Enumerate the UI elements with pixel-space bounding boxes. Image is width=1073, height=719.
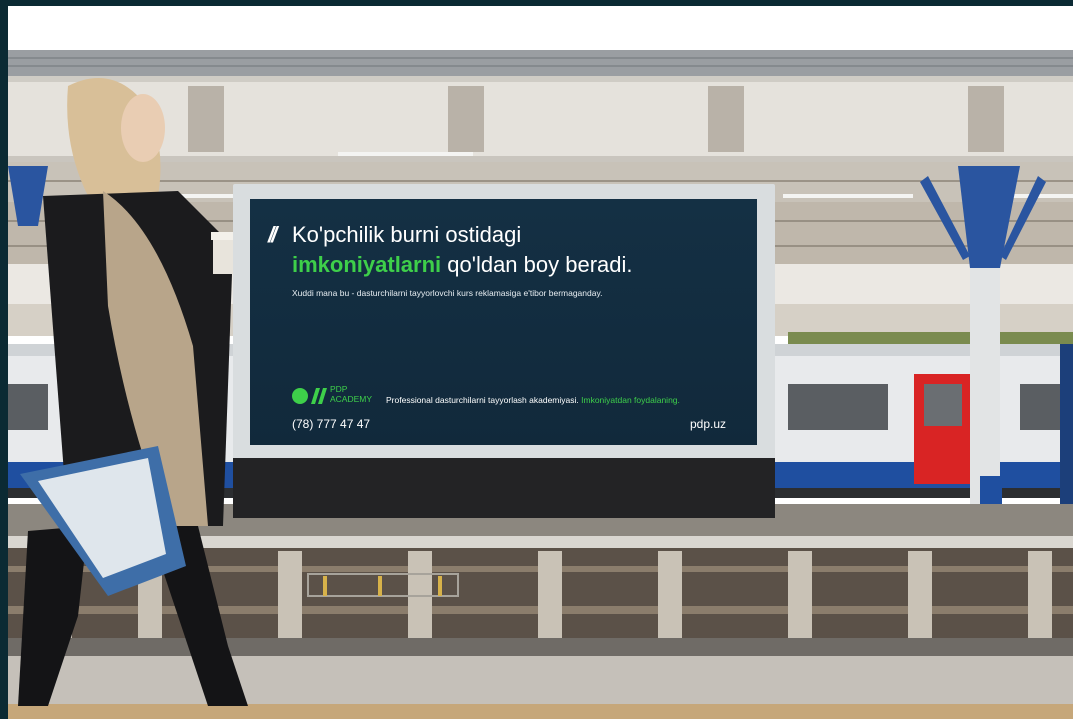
pdp-logo-icon xyxy=(291,386,329,411)
headline-highlight: imkoniyatlarni xyxy=(292,252,442,277)
logo-wordmark: PDP ACADEMY xyxy=(330,384,372,404)
headline-line-2: imkoniyatlarni qo'ldan boy beradi. xyxy=(292,252,633,278)
billboard-base xyxy=(233,458,775,518)
website: pdp.uz xyxy=(690,417,727,431)
left-border xyxy=(0,0,8,719)
scene: // Ko'pchilik burni ostidagi imkoniyatla… xyxy=(0,0,1073,719)
headline-line-1: Ko'pchilik burni ostidagi xyxy=(292,222,522,247)
subline: Xuddi mana bu - dasturchilarni tayyorlov… xyxy=(292,288,603,298)
quote-mark: // xyxy=(268,222,277,247)
logo-line-2: ACADEMY xyxy=(330,394,373,404)
canopy-roof xyxy=(8,50,1073,76)
tagline-highlight: Imkoniyatdan foydalaning. xyxy=(578,395,680,405)
tagline: Professional dasturchilarni tayyorlash a… xyxy=(386,395,680,405)
phone-number: (78) 777 47 47 xyxy=(292,417,371,431)
girder xyxy=(8,76,1073,162)
headline-rest: qo'ldan boy beradi. xyxy=(441,252,633,277)
tagline-text: Professional dasturchilarni tayyorlash a… xyxy=(386,395,579,405)
logo-line-1: PDP xyxy=(330,384,348,394)
near-platform xyxy=(8,656,1073,704)
